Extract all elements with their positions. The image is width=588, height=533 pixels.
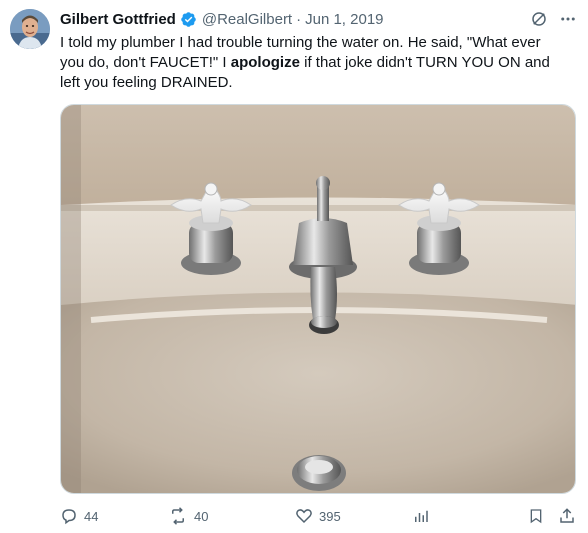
sink-faucet-image — [61, 105, 575, 493]
views-button[interactable] — [412, 505, 430, 527]
tweet-actions: 44 40 395 — [60, 505, 580, 527]
bookmark-icon — [528, 507, 544, 525]
verified-badge-icon[interactable] — [180, 11, 197, 28]
tweet-text: I told my plumber I had trouble turning … — [60, 33, 580, 93]
share-button[interactable] — [558, 505, 576, 527]
tweet-text-segment: you do, don't FAUCET!" I — [60, 54, 231, 71]
analytics-icon — [412, 507, 430, 525]
tweet-text-line-1: I told my plumber I had trouble turning … — [60, 34, 541, 51]
like-count: 395 — [319, 508, 341, 524]
avatar-image — [10, 9, 50, 49]
heart-icon — [295, 507, 313, 525]
repost-button[interactable]: 40 — [168, 505, 208, 527]
bookmark-button[interactable] — [528, 505, 544, 527]
tweet-date[interactable]: Jun 1, 2019 — [305, 11, 383, 28]
reply-icon — [60, 507, 78, 525]
author-name[interactable]: Gilbert Gottfried — [60, 11, 176, 28]
more-options-icon[interactable] — [558, 10, 578, 28]
avatar[interactable] — [10, 9, 50, 49]
tweet-text-bold: apologize — [230, 54, 300, 71]
separator-dot: · — [296, 10, 302, 28]
tweet-header: Gilbert Gottfried @RealGilbert · Jun 1, … — [60, 8, 578, 30]
like-button[interactable]: 395 — [295, 505, 341, 527]
tweet-text-line-2: you do, don't FAUCET!" I apologize if th… — [60, 53, 580, 73]
reply-count: 44 — [84, 508, 99, 524]
tweet-text-segment: if that joke didn't TURN YOU ON and — [299, 54, 550, 71]
tweet-text-line-3: left you feeling DRAINED. — [60, 74, 233, 91]
tweet[interactable]: Gilbert Gottfried @RealGilbert · Jun 1, … — [0, 0, 588, 533]
repost-count: 40 — [194, 508, 209, 524]
tweet-media-photo[interactable] — [60, 104, 576, 494]
author-handle[interactable]: @RealGilbert — [202, 11, 292, 28]
reply-button[interactable]: 44 — [60, 505, 98, 527]
grok-icon[interactable] — [530, 10, 548, 28]
repost-icon — [168, 507, 188, 525]
share-icon — [558, 507, 576, 525]
